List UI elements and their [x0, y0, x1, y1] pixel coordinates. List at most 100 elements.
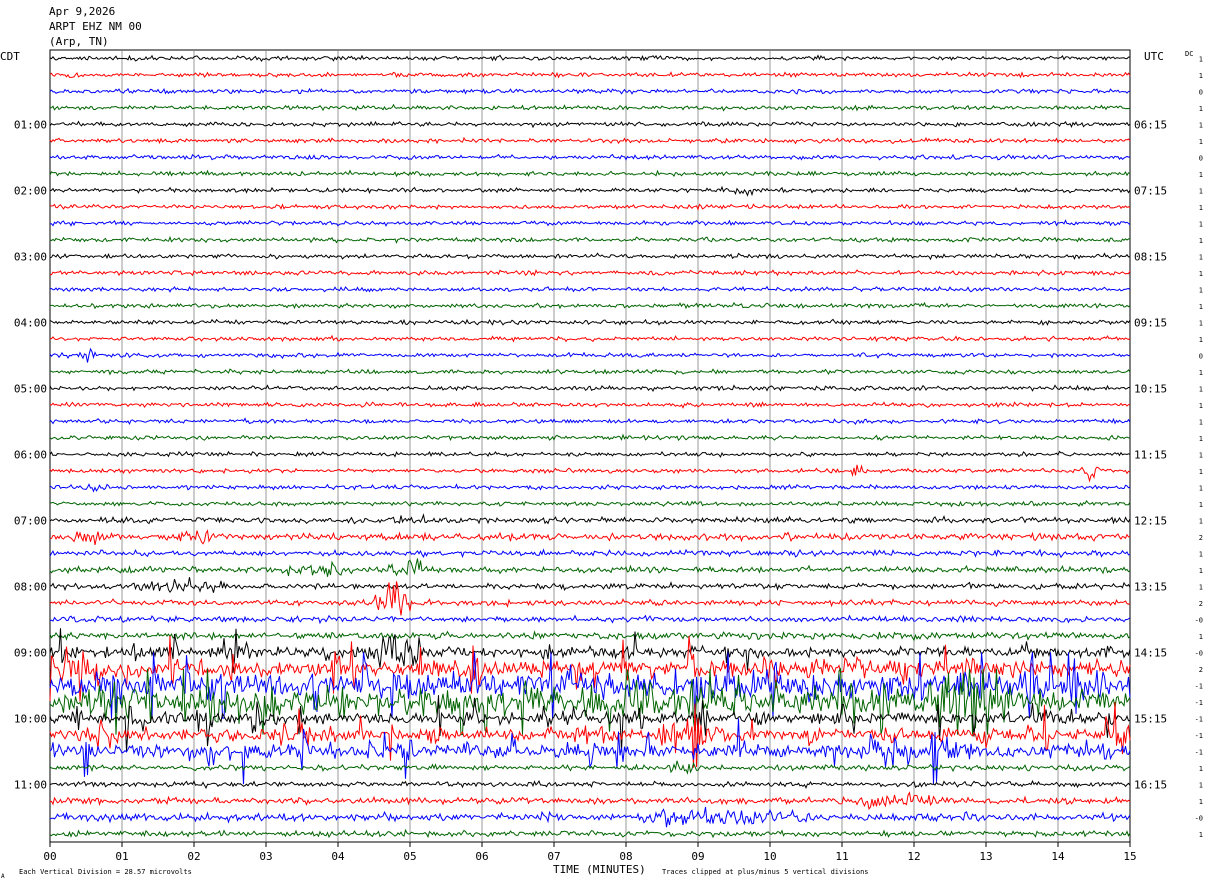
dc-offset-label: 1	[1199, 418, 1203, 426]
trace-row	[49, 450, 1131, 458]
cdt-time-labels: 01:00 02:00 03:00 04:00 05:00 06:00 07:00 08:00…	[14, 118, 47, 791]
dc-offset-label: 2	[1199, 534, 1203, 542]
x-tick-label: 07	[547, 850, 560, 863]
x-tick-label: 09	[691, 850, 704, 863]
dc-offset-label: 1	[1199, 121, 1203, 129]
x-tick-label: 15	[1123, 850, 1136, 863]
dc-offset-label: 2	[1199, 666, 1203, 674]
dc-offset-label: -1	[1195, 748, 1203, 756]
clip-note: Traces clipped at plus/minus 5 vertical …	[662, 868, 869, 876]
x-tick-label: 12	[907, 850, 920, 863]
trace-row	[49, 500, 1131, 508]
dc-offset-label: 1	[1199, 187, 1203, 195]
trace-row	[49, 285, 1131, 293]
trace-row	[49, 203, 1131, 211]
trace-row	[49, 334, 1131, 343]
dc-offset-label: 1	[1199, 55, 1203, 63]
dc-offset-label: -0	[1195, 814, 1203, 822]
trace-row	[49, 828, 1131, 839]
trace-row	[49, 136, 1131, 145]
utc-time-label: 09:15	[1134, 316, 1167, 329]
utc-time-labels: 06:15 07:15 08:15 09:15 10:15 11:15 12:15 13:15…	[1134, 118, 1167, 791]
plot-frame	[49, 49, 1131, 843]
utc-time-label: 14:15	[1134, 646, 1167, 659]
x-tick-label: 14	[1051, 850, 1065, 863]
dc-offset-labels: 1 1 0 1 1 1 0 1 1 1 1 1 1 1 1 1 1 1 0 1 1 1 1 1 1 1 1 1 1 2 1 1 1 2 -0 1 -0 2…	[1195, 55, 1203, 839]
trace-row	[49, 433, 1131, 442]
x-tick-label: 06	[475, 850, 488, 863]
x-axis-ticks: 00 01 02 03 04 05 06 07 08 09 10 11 12 13 14 15	[43, 842, 1137, 863]
corner-mark: A	[1, 873, 5, 880]
utc-time-label: 10:15	[1134, 382, 1167, 395]
utc-time-label: 13:15	[1134, 580, 1167, 593]
trace-row	[49, 301, 1131, 310]
trace-row	[49, 558, 1131, 577]
trace-row	[49, 577, 1131, 594]
cdt-time-label: 03:00	[14, 250, 47, 263]
trace-row	[49, 87, 1131, 95]
dc-offset-label: 1	[1199, 72, 1203, 80]
dc-offset-label: 1	[1199, 237, 1203, 245]
trace-row	[49, 401, 1131, 409]
x-axis-label: TIME (MINUTES)	[553, 863, 646, 876]
dc-offset-label: -1	[1195, 682, 1203, 690]
trace-row	[49, 718, 1131, 785]
trace-row	[49, 318, 1131, 326]
trace-row	[49, 368, 1131, 376]
trace-row	[49, 806, 1131, 828]
seismic-traces	[49, 54, 1131, 839]
x-tick-label: 08	[619, 850, 632, 863]
cdt-time-label: 05:00	[14, 382, 47, 395]
dc-offset-label: 1	[1199, 319, 1203, 327]
utc-time-label: 11:15	[1134, 448, 1167, 461]
trace-row	[49, 791, 1131, 810]
trace-row	[49, 417, 1131, 426]
cdt-time-label: 10:00	[14, 712, 47, 725]
trace-row	[49, 384, 1131, 392]
trace-row	[49, 169, 1131, 178]
trace-row	[49, 185, 1131, 197]
x-tick-label: 13	[979, 850, 992, 863]
trace-row	[49, 269, 1131, 277]
dc-offset-label: 1	[1199, 385, 1203, 393]
cdt-time-label: 04:00	[14, 316, 47, 329]
trace-row	[49, 702, 1131, 768]
dc-offset-label: -0	[1195, 616, 1203, 624]
dc-offset-label: 0	[1199, 352, 1203, 360]
dc-offset-label: 1	[1199, 303, 1203, 311]
dc-label: DC	[1185, 50, 1193, 58]
dc-offset-label: 1	[1199, 336, 1203, 344]
dc-offset-label: 1	[1199, 286, 1203, 294]
utc-time-label: 08:15	[1134, 250, 1167, 263]
dc-offset-label: 1	[1199, 220, 1203, 228]
station-label: ARPT EHZ NM 00	[49, 20, 142, 33]
trace-row	[49, 529, 1131, 546]
dc-offset-label: -0	[1195, 649, 1203, 657]
dc-offset-label: 1	[1199, 484, 1203, 492]
utc-time-label: 12:15	[1134, 514, 1167, 527]
dc-offset-label: 1	[1199, 468, 1203, 476]
trace-row	[49, 779, 1131, 790]
x-tick-label: 03	[259, 850, 272, 863]
cdt-time-label: 06:00	[14, 448, 47, 461]
dc-offset-label: -1	[1195, 715, 1203, 723]
dc-offset-label: 1	[1199, 781, 1203, 789]
cdt-time-label: 09:00	[14, 646, 47, 659]
dc-offset-label: 1	[1199, 633, 1203, 641]
dc-offset-label: 1	[1199, 253, 1203, 261]
dc-offset-label: 1	[1199, 105, 1203, 113]
dc-offset-label: 1	[1199, 369, 1203, 377]
dc-offset-label: 1	[1199, 402, 1203, 410]
cdt-time-label: 08:00	[14, 580, 47, 593]
dc-offset-label: -1	[1195, 699, 1203, 707]
dc-offset-label: 1	[1199, 270, 1203, 278]
location-label: (Arp, TN)	[49, 35, 109, 48]
dc-offset-label: -1	[1195, 732, 1203, 740]
dc-offset-label: 1	[1199, 798, 1203, 806]
trace-row	[49, 548, 1131, 559]
helicorder-plot: Apr 9,2026 ARPT EHZ NM 00 (Arp, TN) CDT …	[0, 5, 1203, 880]
dc-offset-label: 1	[1199, 831, 1203, 839]
dc-offset-label: 0	[1199, 88, 1203, 96]
dc-offset-label: 1	[1199, 567, 1203, 575]
division-note: Each Vertical Division = 28.57 microvolt…	[19, 868, 192, 876]
